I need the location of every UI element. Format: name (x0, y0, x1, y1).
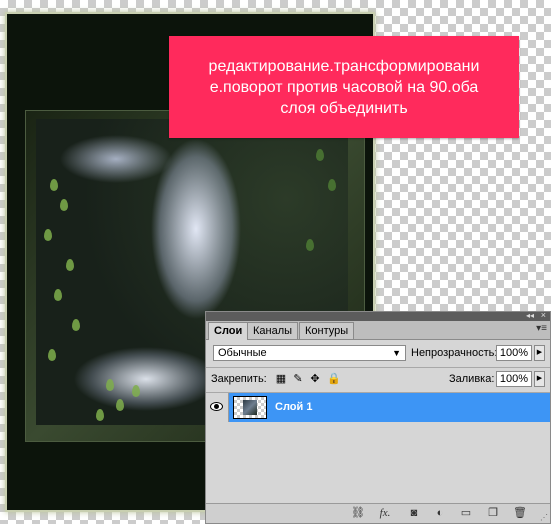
banner-line-3: слоя объединить (280, 99, 408, 117)
tab-channels[interactable]: Каналы (247, 322, 299, 339)
lock-move-icon[interactable]: ✥ (309, 373, 321, 385)
lock-label: Закрепить: (211, 373, 267, 385)
visibility-toggle[interactable] (206, 393, 229, 422)
layers-list-empty-area[interactable] (206, 422, 550, 506)
panel-menu-icon[interactable]: ▾≡ (536, 323, 547, 334)
link-icon[interactable]: ⛓ (351, 506, 365, 520)
fx-icon[interactable]: fx. (378, 506, 392, 520)
group-icon[interactable]: ▭ (459, 506, 473, 520)
lock-transparency-icon[interactable]: ▦ (275, 373, 287, 385)
layer-name[interactable]: Слой 1 (275, 401, 312, 413)
lock-brush-icon[interactable]: ✎ (292, 373, 304, 385)
close-icon[interactable]: × (541, 310, 546, 320)
opacity-slider-arrow-icon[interactable]: ▶ (534, 345, 545, 361)
resize-grip-icon[interactable]: ⋰ (540, 513, 548, 522)
fill-field[interactable]: 100% (496, 371, 532, 387)
opacity-label: Непрозрачность: (411, 347, 498, 359)
divider (206, 367, 550, 368)
blend-mode-value: Обычные (218, 347, 267, 359)
fill-slider-arrow-icon[interactable]: ▶ (534, 371, 545, 387)
panel-bottom-toolbar: ⛓ fx. ◙ ◐ ▭ ❐ 🗑 ⋰ (206, 503, 550, 523)
layer-row[interactable]: Слой 1 (206, 393, 550, 422)
collapse-icon[interactable]: ◂◂ (526, 311, 534, 320)
trash-icon[interactable]: 🗑 (513, 506, 527, 520)
panel-title-bar[interactable]: ◂◂ × (206, 310, 550, 321)
opacity-field[interactable]: 100% (496, 345, 532, 361)
tab-layers[interactable]: Слои (208, 322, 249, 340)
mask-icon[interactable]: ◙ (407, 506, 421, 520)
eye-icon (210, 402, 223, 411)
chevron-down-icon: ▼ (392, 348, 401, 358)
lock-all-icon[interactable]: 🔒 (327, 373, 341, 385)
adjustment-icon[interactable]: ◐ (433, 506, 447, 520)
banner-line-1: редактирование.трансформировани (208, 57, 480, 75)
new-layer-icon[interactable]: ❐ (486, 506, 500, 520)
panel-tabs: Слои Каналы Контуры ▾≡ (206, 321, 550, 340)
blend-mode-select[interactable]: Обычные ▼ (213, 345, 406, 361)
layers-panel: ◂◂ × Слои Каналы Контуры ▾≡ Обычные ▼ Не… (205, 310, 551, 524)
instruction-banner: редактирование.трансформировани е.поворо… (169, 36, 519, 138)
banner-line-2: е.поворот против часовой на 90.оба (209, 78, 479, 96)
fill-label: Заливка: (449, 373, 495, 385)
tab-paths[interactable]: Контуры (299, 322, 355, 339)
layer-thumbnail[interactable] (233, 396, 267, 419)
